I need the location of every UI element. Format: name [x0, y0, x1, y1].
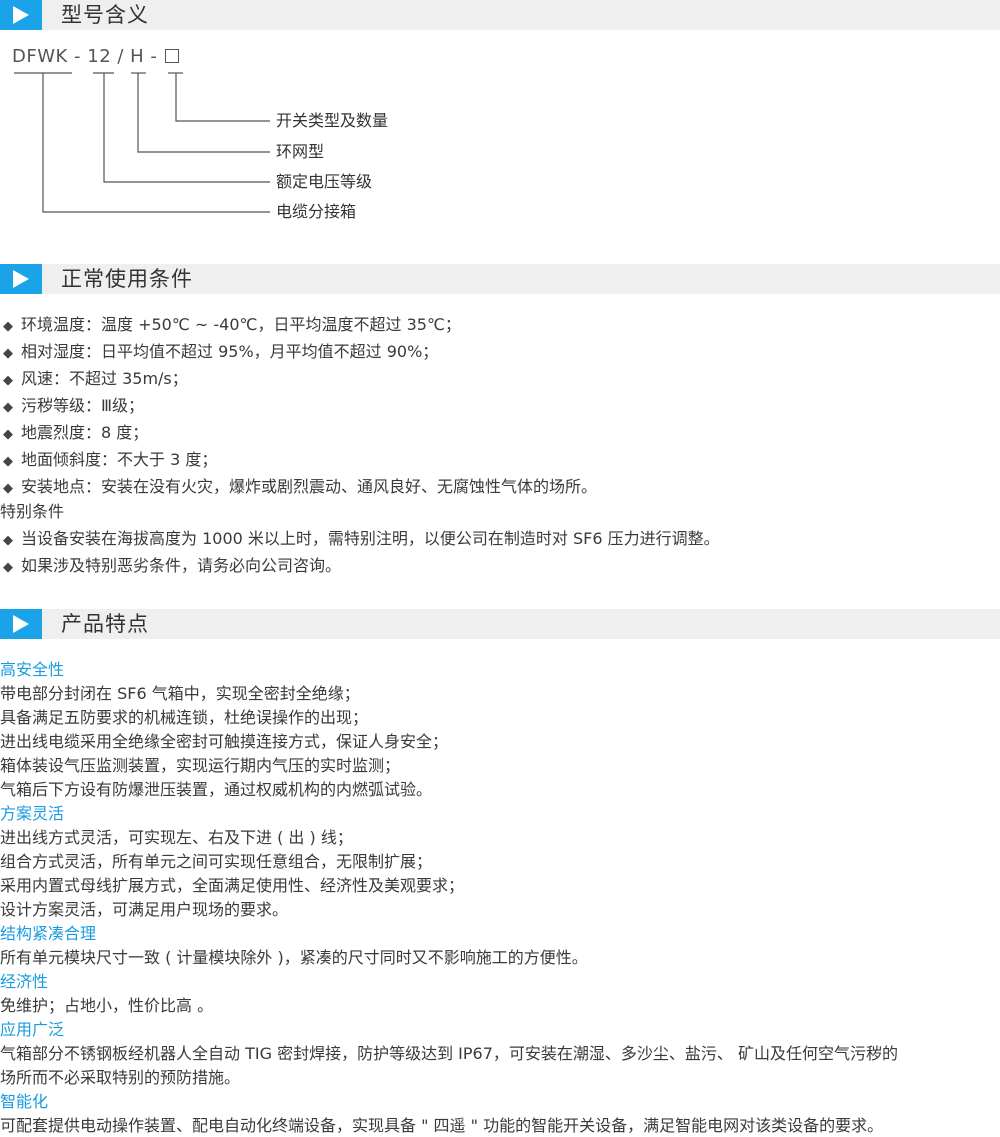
special-condition-item: ◆ 如果涉及特别恶劣条件，请务必向公司咨询。	[3, 556, 341, 578]
label-switch-type: 开关类型及数量	[276, 111, 389, 130]
play-icon	[0, 264, 42, 294]
label-ring-network: 环网型	[276, 142, 325, 161]
diamond-bullet-icon: ◆	[3, 533, 13, 548]
diamond-bullet-icon: ◆	[3, 373, 13, 388]
feature-line: 气箱部分不锈钢板经机器人全自动 TIG 密封焊接，防护等级达到 IP67，可安装…	[0, 1044, 898, 1063]
feature-heading-applications: 应用广泛	[0, 1020, 65, 1039]
condition-item: ◆ 相对湿度：日平均值不超过 95%，月平均值不超过 90%；	[3, 342, 438, 364]
diamond-bullet-icon: ◆	[3, 319, 13, 334]
feature-heading-compact: 结构紧凑合理	[0, 924, 97, 943]
diamond-bullet-icon: ◆	[3, 400, 13, 415]
label-cable-box: 电缆分接箱	[276, 202, 357, 221]
section-title-features: 产品特点	[61, 612, 149, 636]
special-condition-item: ◆ 当设备安装在海拔高度为 1000 米以上时，需特别注明，以便公司在制造时对 S…	[3, 529, 720, 551]
condition-item: ◆ 地震烈度：8 度；	[3, 423, 148, 445]
feature-line: 所有单元模块尺寸一致 ( 计量模块除外 )，紧凑的尺寸同时又不影响施工的方便性。	[0, 948, 588, 967]
section-header-features: 产品特点	[0, 609, 1000, 639]
feature-line: 可配套提供电动操作装置、配电自动化终端设备，实现具备 " 四遥 " 功能的智能开…	[0, 1116, 884, 1135]
condition-item: ◆ 风速：不超过 35m/s；	[3, 369, 188, 391]
model-code-diagram	[14, 72, 270, 213]
feature-heading-smart: 智能化	[0, 1092, 49, 1111]
feature-line: 气箱后下方设有防爆泄压装置，通过权威机构的内燃弧试验。	[0, 780, 433, 799]
diamond-bullet-icon: ◆	[3, 346, 13, 361]
special-conditions-title: 特别条件	[0, 502, 65, 521]
feature-heading-flexible: 方案灵活	[0, 804, 65, 823]
feature-line: 场所而不必采取特别的预防措施。	[0, 1068, 241, 1087]
condition-item: ◆ 安装地点：安装在没有火灾，爆炸或剧烈震动、通风良好、无腐蚀性气体的场所。	[3, 477, 597, 499]
feature-line: 设计方案灵活，可满足用户现场的要求。	[0, 900, 289, 919]
feature-heading-economy: 经济性	[0, 972, 49, 991]
feature-line: 免维护；占地小，性价比高 。	[0, 996, 214, 1015]
diamond-bullet-icon: ◆	[3, 560, 13, 575]
diamond-bullet-icon: ◆	[3, 454, 13, 469]
feature-line: 进出线电缆采用全绝缘全密封可触摸连接方式，保证人身安全；	[0, 732, 449, 751]
feature-line: 进出线方式灵活，可实现左、右及下进 ( 出 ) 线；	[0, 828, 353, 847]
condition-item: ◆ 污秽等级：Ⅲ级；	[3, 396, 144, 418]
play-icon	[0, 609, 42, 639]
section-title-conditions: 正常使用条件	[61, 267, 193, 291]
feature-line: 带电部分封闭在 SF6 气箱中，实现全密封全绝缘；	[0, 684, 360, 703]
feature-line: 采用内置式母线扩展方式，全面满足使用性、经济性及美观要求；	[0, 876, 465, 895]
diamond-bullet-icon: ◆	[3, 481, 13, 496]
diamond-bullet-icon: ◆	[3, 427, 13, 442]
feature-line: 组合方式灵活，所有单元之间可实现任意组合，无限制扩展；	[0, 852, 433, 871]
label-rated-voltage: 额定电压等级	[276, 172, 373, 191]
condition-item: ◆ 环境温度：温度 +50℃ ~ -40℃，日平均温度不超过 35℃；	[3, 315, 461, 337]
feature-line: 箱体装设气压监测装置，实现运行期内气压的实时监测；	[0, 756, 401, 775]
feature-heading-safety: 高安全性	[0, 660, 65, 679]
section-header-conditions: 正常使用条件	[0, 264, 1000, 294]
feature-line: 具备满足五防要求的机械连锁，杜绝误操作的出现；	[0, 708, 369, 727]
condition-item: ◆ 地面倾斜度：不大于 3 度；	[3, 450, 217, 472]
